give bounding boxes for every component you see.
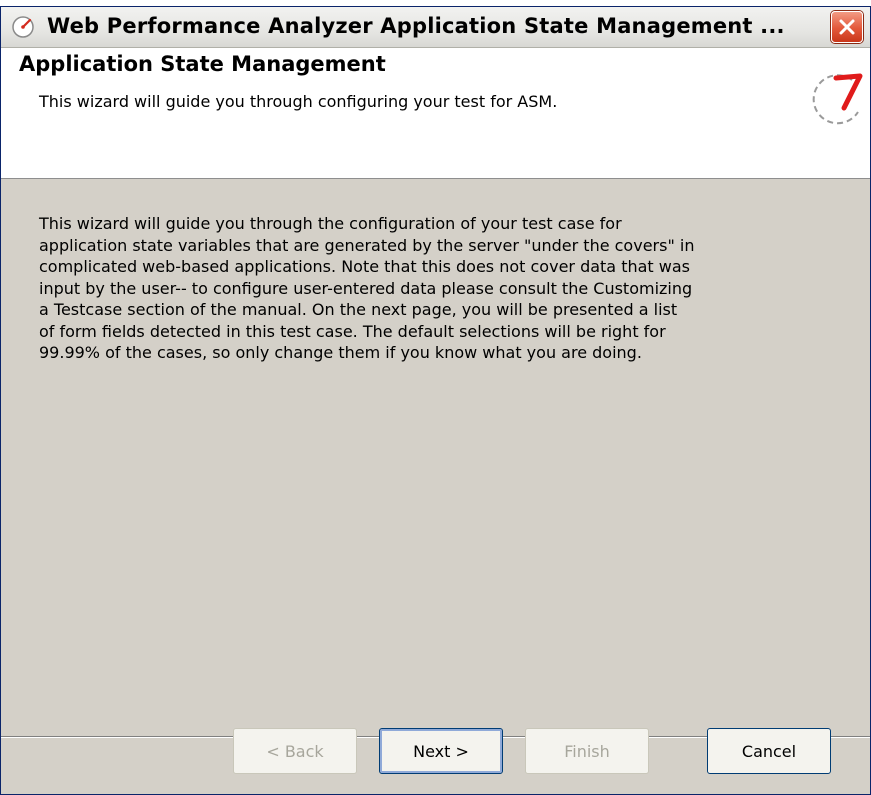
body-line: a Testcase section of the manual. On the… xyxy=(39,300,678,319)
wizard-body-text: This wizard will guide you through the c… xyxy=(39,213,839,364)
body-line: This wizard will guide you through the c… xyxy=(39,214,622,233)
wizard-dialog: Web Performance Analyzer Application Sta… xyxy=(0,6,871,795)
finish-button[interactable]: Finish xyxy=(525,728,649,774)
title-bar[interactable]: Web Performance Analyzer Application Sta… xyxy=(1,7,870,48)
speedometer-icon xyxy=(11,15,35,39)
close-icon xyxy=(839,19,855,35)
close-button[interactable] xyxy=(831,11,863,43)
body-line: complicated web-based applications. Note… xyxy=(39,257,690,276)
wizard-page-title: Application State Management xyxy=(19,52,386,76)
body-line: input by the user-- to configure user-en… xyxy=(39,278,693,298)
cancel-button[interactable]: Cancel xyxy=(707,728,831,774)
back-button[interactable]: < Back xyxy=(233,728,357,774)
body-line: application state variables that are gen… xyxy=(39,235,695,255)
window-title: Web Performance Analyzer Application Sta… xyxy=(47,14,785,38)
body-line: of form fields detected in this test cas… xyxy=(39,321,666,341)
speedometer-icon xyxy=(812,73,863,125)
wizard-page-description: This wizard will guide you through confi… xyxy=(39,92,558,111)
next-button[interactable]: Next > xyxy=(379,728,503,774)
body-line: 99.99% of the cases, so only change them… xyxy=(39,343,642,362)
